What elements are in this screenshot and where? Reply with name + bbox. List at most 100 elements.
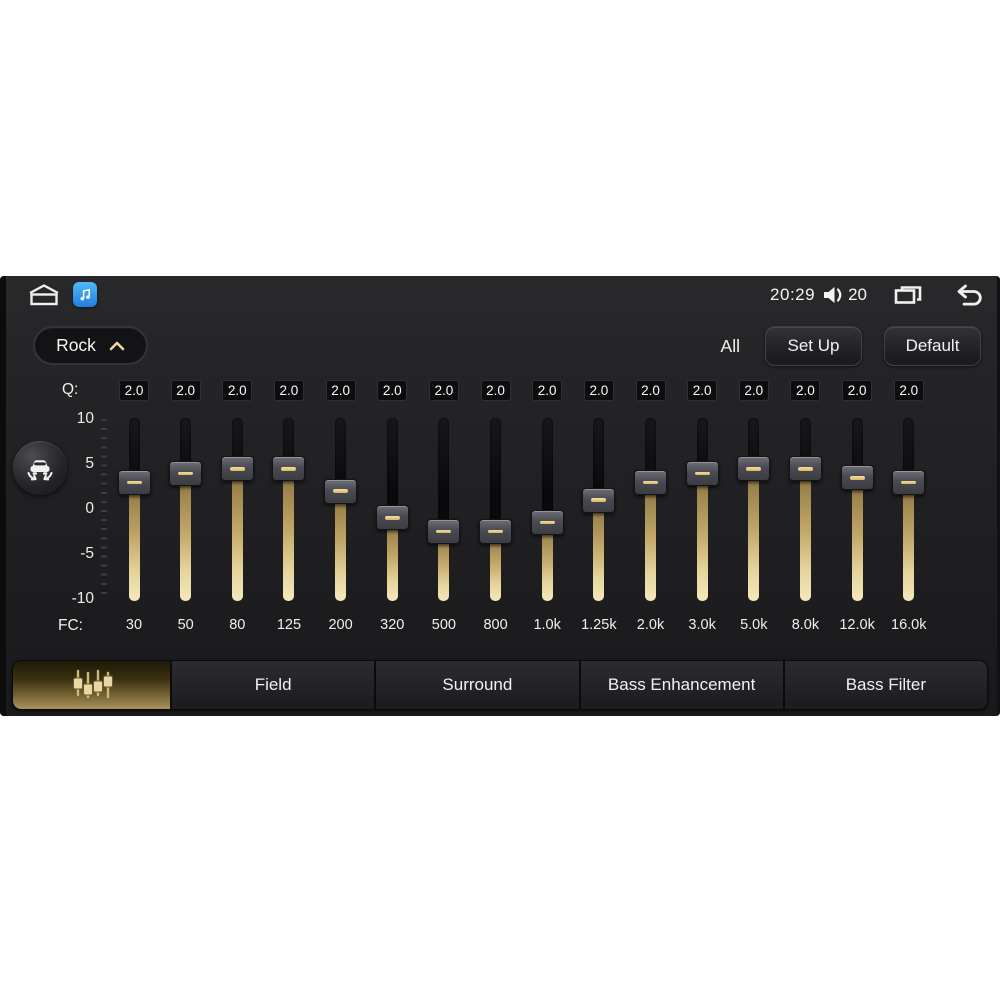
q-value-chip[interactable]: 2.0 (377, 380, 408, 401)
q-value-chip[interactable]: 2.0 (170, 380, 201, 401)
band-frequency-label: 2.0k (636, 617, 665, 633)
band-frequency-label: 50 (177, 617, 194, 633)
handle-dash (797, 467, 813, 471)
slider-handle[interactable] (479, 518, 513, 544)
handle-dash (436, 529, 452, 533)
slider-track[interactable] (799, 418, 811, 601)
handle-dash (901, 480, 917, 485)
slider-track[interactable] (851, 418, 863, 601)
q-value-chip[interactable]: 2.0 (687, 380, 718, 401)
slider-track[interactable] (128, 418, 140, 601)
slider-handle[interactable] (375, 505, 409, 531)
slider-track[interactable] (903, 418, 915, 601)
eq-band-30: 2.0 30 (108, 276, 160, 716)
handle-dash (281, 467, 297, 471)
slider-fill (283, 468, 295, 601)
band-frequency-label: 8.0k (791, 617, 820, 633)
slider-handle[interactable] (840, 465, 874, 491)
slider-handle[interactable] (634, 469, 667, 495)
slider-fill (386, 517, 398, 601)
equalizer-sliders-icon (69, 667, 115, 704)
handle-dash (384, 516, 400, 520)
band-frequency-label: 16.0k (891, 617, 927, 633)
tab-equalizer[interactable] (13, 661, 170, 709)
q-value-chip[interactable]: 2.0 (428, 380, 459, 401)
handle-dash (591, 498, 607, 502)
eq-band-320: 2.0 320 (366, 276, 418, 716)
q-value-chip[interactable]: 2.0 (893, 380, 924, 401)
tab-bass-filter[interactable]: Bass Filter (782, 661, 987, 709)
q-value-chip[interactable]: 2.0 (325, 380, 356, 401)
q-value-chip[interactable]: 2.0 (842, 380, 873, 401)
slider-track[interactable] (283, 418, 295, 601)
eq-band-800: 2.0 800 (470, 276, 522, 716)
slider-handle[interactable] (530, 509, 564, 535)
tab-label: Bass Filter (845, 675, 927, 694)
tab-label: Field (254, 675, 292, 694)
q-value-chip[interactable]: 2.0 (790, 380, 821, 401)
slider-track[interactable] (748, 418, 760, 601)
handle-dash (229, 467, 245, 471)
slider-track[interactable] (490, 418, 502, 601)
slider-handle[interactable] (737, 456, 771, 482)
eq-band-2.0k: 2.0 2.0k (625, 276, 677, 716)
handle-dash (333, 489, 349, 493)
band-frequency-label: 125 (276, 617, 302, 633)
q-value-chip[interactable]: 2.0 (635, 380, 666, 401)
q-value-chip[interactable]: 2.0 (738, 380, 769, 401)
head-unit-screen: 20:29 20 Rock All Set Up Default Q: FC: … (0, 276, 1000, 716)
slider-handle[interactable] (169, 460, 203, 486)
eq-band-1.0k: 2.0 1.0k (521, 276, 573, 716)
band-frequency-label: 3.0k (688, 617, 716, 633)
tab-label: Surround (442, 675, 513, 694)
handle-dash (126, 480, 142, 485)
q-value-chip[interactable]: 2.0 (583, 380, 614, 401)
slider-handle[interactable] (582, 487, 616, 513)
band-frequency-label: 320 (380, 617, 405, 633)
band-frequency-label: 30 (125, 617, 143, 633)
tab-surround[interactable]: Surround (374, 661, 579, 709)
q-value-chip[interactable]: 2.0 (273, 380, 304, 401)
slider-handle[interactable] (324, 478, 358, 504)
q-value-chip[interactable]: 2.0 (222, 380, 253, 401)
eq-band-200: 2.0 200 (315, 276, 367, 716)
slider-handle[interactable] (788, 456, 822, 482)
q-value-chip[interactable]: 2.0 (480, 380, 511, 401)
slider-track[interactable] (180, 418, 192, 601)
handle-dash (539, 520, 555, 525)
slider-fill (903, 482, 915, 601)
band-frequency-label: 12.0k (839, 617, 875, 633)
handle-dash (694, 471, 710, 476)
slider-track[interactable] (231, 418, 243, 601)
eq-band-3.0k: 2.0 3.0k (676, 276, 728, 716)
eq-band-5.0k: 2.0 5.0k (728, 276, 780, 716)
slider-fill (593, 500, 605, 601)
eq-band-8.0k: 2.0 8.0k (779, 276, 831, 716)
screenshot-canvas: 20:29 20 Rock All Set Up Default Q: FC: … (0, 0, 1000, 1000)
q-value-chip[interactable]: 2.0 (119, 380, 149, 401)
slider-handle[interactable] (272, 456, 306, 482)
slider-handle[interactable] (427, 518, 461, 544)
tab-field[interactable]: Field (170, 661, 375, 709)
slider-fill (180, 473, 192, 601)
slider-fill (851, 477, 863, 601)
slider-handle[interactable] (220, 456, 254, 482)
slider-fill (799, 468, 811, 601)
slider-track[interactable] (335, 418, 347, 601)
band-frequency-label: 500 (431, 617, 456, 633)
eq-band-16.0k: 2.0 16.0k (883, 276, 935, 716)
slider-handle[interactable] (685, 460, 719, 486)
q-value-chip[interactable]: 2.0 (532, 380, 563, 401)
tab-bass-enhancement[interactable]: Bass Enhancement (578, 661, 783, 709)
slider-track[interactable] (645, 418, 656, 601)
slider-track[interactable] (696, 418, 708, 601)
eq-band-500: 2.0 500 (418, 276, 470, 716)
slider-track[interactable] (438, 418, 450, 601)
slider-handle[interactable] (892, 469, 926, 495)
slider-handle[interactable] (117, 469, 151, 495)
band-frequency-label: 1.25k (581, 617, 617, 633)
slider-fill (645, 482, 656, 601)
slider-fill (335, 491, 347, 601)
band-frequency-label: 80 (229, 617, 246, 633)
equalizer-bands: 2.0 30 2.0 50 2.0 80 2.0 125 2.0 200 2.0… (0, 276, 1000, 716)
